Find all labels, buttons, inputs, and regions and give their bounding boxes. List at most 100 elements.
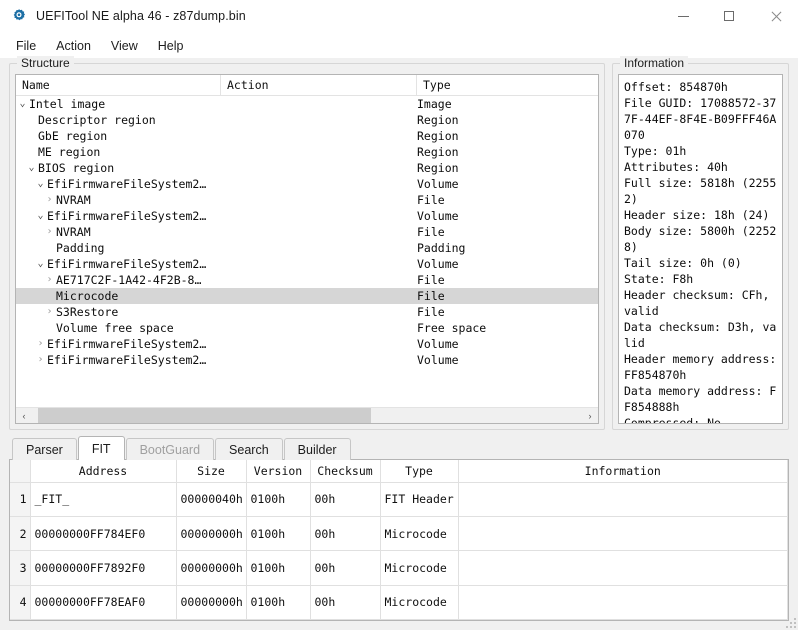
fit-column-size[interactable]: Size — [175, 460, 247, 483]
tree-item-label: NVRAM — [56, 225, 91, 239]
scroll-track[interactable] — [32, 407, 582, 423]
tree-row[interactable]: › NVRAM File — [16, 192, 598, 208]
tree-cell-action — [221, 224, 417, 240]
fit-cell-checksum: 00h — [309, 515, 381, 552]
tree-item-label: EfiFirmwareFileSystem2… — [47, 353, 207, 367]
tree-row[interactable]: › S3Restore File — [16, 304, 598, 320]
fit-table[interactable]: Address Size Version Checksum Type Infor… — [10, 460, 788, 620]
fit-cell-checksum: 00h — [309, 584, 381, 620]
tree-row[interactable]: ⌄ Intel image Image — [16, 96, 598, 112]
fit-row[interactable]: 1 _FIT_ 00000040h 0100h 00h FIT Header — [10, 481, 788, 517]
tree-item-label: EfiFirmwareFileSystem2… — [47, 257, 207, 271]
chevron-down-icon[interactable]: ⌄ — [25, 160, 38, 176]
tree-cell-action — [221, 192, 417, 208]
tree-cell-name: Microcode — [16, 288, 221, 304]
tree-row[interactable]: ⌄ EfiFirmwareFileSystem2… Volume — [16, 176, 598, 192]
tree-cell-action — [221, 96, 417, 112]
fit-cell-information — [457, 515, 788, 552]
tree-row[interactable]: ME region Region — [16, 144, 598, 160]
title-bar: UEFITool NE alpha 46 - z87dump.bin — [0, 0, 798, 33]
chevron-right-icon[interactable]: › — [34, 352, 47, 368]
tree-cell-type: Region — [417, 129, 459, 143]
chevron-down-icon[interactable]: ⌄ — [16, 96, 29, 112]
tab-bootguard: BootGuard — [125, 438, 215, 460]
fit-column-checksum[interactable]: Checksum — [309, 460, 381, 483]
fit-cell-size: 00000000h — [175, 515, 247, 552]
structure-tree[interactable]: Name Action Type ⌄ Intel image Image Descri… — [15, 74, 599, 424]
tree-row[interactable]: Padding Padding — [16, 240, 598, 256]
tree-cell-action — [221, 256, 417, 272]
chevron-right-icon[interactable]: › — [43, 192, 56, 208]
fit-column-address[interactable]: Address — [29, 460, 177, 483]
chevron-down-icon[interactable]: ⌄ — [34, 256, 47, 272]
chevron-down-icon[interactable]: ⌄ — [34, 208, 47, 224]
bottom-tabs-area: Parser FIT BootGuard Search Builder Addr… — [9, 436, 789, 630]
tree-row[interactable]: › EfiFirmwareFileSystem2… Volume — [16, 352, 598, 368]
tree-cell-action — [221, 160, 417, 176]
gear-icon — [11, 8, 27, 24]
minimize-button[interactable] — [660, 0, 706, 33]
tree-cell-name: › EfiFirmwareFileSystem2… — [16, 352, 221, 368]
chevron-down-icon[interactable]: ⌄ — [34, 176, 47, 192]
tree-item-label: BIOS region — [38, 161, 115, 175]
scroll-right-icon[interactable]: › — [582, 408, 598, 424]
fit-cell-size: 00000000h — [175, 550, 247, 586]
tree-row[interactable]: ⌄ EfiFirmwareFileSystem2… Volume — [16, 208, 598, 224]
tree-row[interactable]: › AE717C2F-1A42-4F2B-8… File — [16, 272, 598, 288]
chevron-right-icon[interactable]: › — [43, 304, 56, 320]
tree-cell-name: ⌄ EfiFirmwareFileSystem2… — [16, 256, 221, 272]
fit-row[interactable]: 3 00000000FF7892F0 00000000h 0100h 00h Microc… — [10, 550, 788, 586]
tree-column-name[interactable]: Name — [16, 75, 221, 96]
tree-cell-type: File — [417, 289, 445, 303]
tree-header: Name Action Type — [16, 75, 598, 96]
tree-cell-action — [221, 304, 417, 320]
tree-cell-action — [221, 208, 417, 224]
tree-item-label: Volume free space — [56, 321, 174, 335]
tree-cell-action — [221, 176, 417, 192]
resize-grip[interactable] — [783, 615, 796, 628]
tree-horizontal-scrollbar[interactable]: ‹ › — [16, 407, 598, 423]
fit-cell-version: 0100h — [245, 550, 311, 586]
tree-row[interactable]: ⌄ EfiFirmwareFileSystem2… Volume — [16, 256, 598, 272]
tree-row[interactable]: GbE region Region — [16, 128, 598, 144]
chevron-right-icon[interactable]: › — [43, 272, 56, 288]
chevron-right-icon[interactable]: › — [34, 336, 47, 352]
fit-cell-type: Microcode — [379, 550, 459, 586]
tree-cell-action — [221, 352, 417, 368]
scroll-left-icon[interactable]: ‹ — [16, 408, 32, 424]
fit-row-number: 4 — [10, 584, 31, 620]
menu-view[interactable]: View — [101, 36, 148, 56]
maximize-button[interactable] — [706, 0, 752, 33]
fit-cell-checksum: 00h — [309, 481, 381, 517]
tree-row[interactable]: Volume free space Free space — [16, 320, 598, 336]
fit-cell-version: 0100h — [245, 481, 311, 517]
tree-cell-name: GbE region — [16, 128, 221, 144]
tree-row[interactable]: Microcode File — [16, 288, 598, 304]
tab-builder[interactable]: Builder — [283, 438, 351, 460]
tree-row[interactable]: › NVRAM File — [16, 224, 598, 240]
scroll-thumb[interactable] — [38, 407, 371, 423]
fit-column-type[interactable]: Type — [379, 460, 459, 483]
tree-column-type[interactable]: Type — [417, 75, 598, 96]
close-button[interactable] — [752, 0, 798, 33]
tree-cell-name: Descriptor region — [16, 112, 221, 128]
tree-cell-name: ⌄ EfiFirmwareFileSystem2… — [16, 208, 221, 224]
tab-search[interactable]: Search — [215, 438, 283, 460]
menu-help[interactable]: Help — [148, 36, 194, 56]
tree-cell-type: Region — [417, 145, 459, 159]
tree-row[interactable]: ⌄ BIOS region Region — [16, 160, 598, 176]
menu-action[interactable]: Action — [46, 36, 101, 56]
tab-fit[interactable]: FIT — [77, 436, 125, 460]
tree-row[interactable]: Descriptor region Region — [16, 112, 598, 128]
fit-row[interactable]: 4 00000000FF78EAF0 00000000h 0100h 00h Microc… — [10, 584, 788, 620]
tree-cell-name: › NVRAM — [16, 224, 221, 240]
fit-column-information[interactable]: Information — [457, 460, 788, 483]
tree-row[interactable]: › EfiFirmwareFileSystem2… Volume — [16, 336, 598, 352]
chevron-right-icon[interactable]: › — [43, 224, 56, 240]
tab-parser[interactable]: Parser — [12, 438, 77, 460]
fit-column-version[interactable]: Version — [245, 460, 311, 483]
fit-row[interactable]: 2 00000000FF784EF0 00000000h 0100h 00h Microc… — [10, 515, 788, 552]
menu-file[interactable]: File — [6, 36, 46, 56]
tree-column-action[interactable]: Action — [221, 75, 417, 96]
tree-cell-action — [221, 288, 417, 304]
